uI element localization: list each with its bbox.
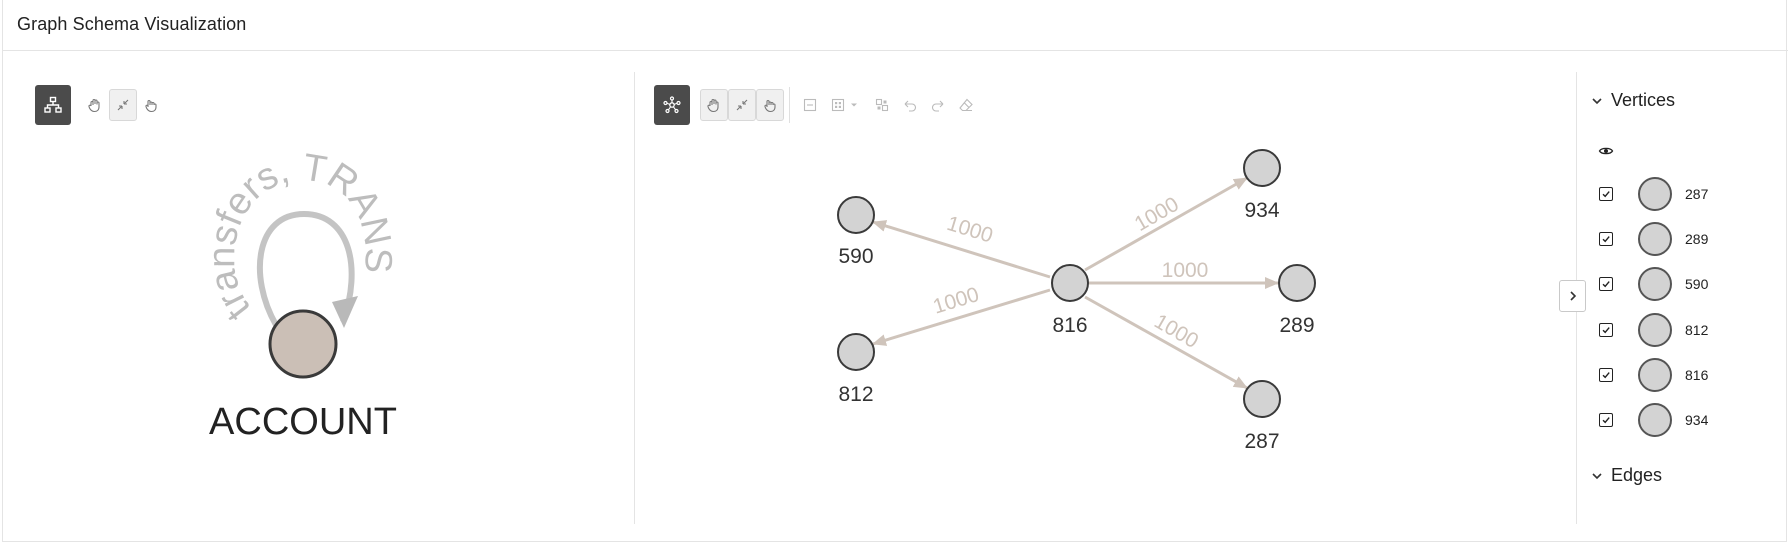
vertex-legend-item: 934	[1599, 401, 1779, 443]
check-icon	[1602, 191, 1610, 198]
edges-title: Edges	[1611, 465, 1663, 485]
vertex-label: 590	[1685, 276, 1709, 292]
vertex-visibility-checkbox[interactable]	[1599, 368, 1613, 382]
graph-node-label: 287	[1244, 430, 1279, 453]
vertex-swatch[interactable]	[1638, 267, 1672, 301]
vertex-visibility-checkbox[interactable]	[1599, 232, 1613, 246]
schema-self-loop-edge[interactable]: transfers, TRANS	[201, 146, 399, 328]
schema-node-account[interactable]	[268, 309, 338, 379]
graph-edge[interactable]	[1084, 295, 1248, 390]
legend-panel: Vertices 287 289 590 812 816 934 Edges	[1577, 72, 1785, 524]
edge-label: 1000	[944, 212, 995, 248]
graph-node-812[interactable]	[837, 333, 875, 371]
graph-edge[interactable]	[1084, 176, 1248, 272]
edges-section-header[interactable]: Edges	[1591, 465, 1662, 486]
graph-node-934[interactable]	[1243, 149, 1281, 187]
graph-node-816[interactable]	[1051, 264, 1089, 302]
vertex-legend-item: 289	[1599, 220, 1779, 262]
graph-node-590[interactable]	[837, 196, 875, 234]
graph-node-label: 590	[838, 245, 873, 268]
vertex-swatch[interactable]	[1638, 313, 1672, 347]
vertex-label: 812	[1685, 322, 1709, 338]
vertex-label: 289	[1685, 231, 1709, 247]
graph-node-label: 812	[838, 383, 873, 406]
check-icon	[1602, 417, 1610, 424]
vertex-legend-item: 287	[1599, 175, 1779, 217]
graph-node-label: 934	[1244, 199, 1279, 222]
check-icon	[1602, 372, 1610, 379]
graph-node-289[interactable]	[1278, 264, 1316, 302]
vertex-legend-item: 590	[1599, 265, 1779, 307]
graph-node-label: 816	[1052, 314, 1087, 337]
loop-arrowhead	[332, 296, 358, 328]
chevron-down-icon	[1592, 472, 1602, 479]
vertices-title: Vertices	[1611, 90, 1676, 110]
check-icon	[1602, 327, 1610, 334]
schema-node-label: ACCOUNT	[209, 401, 397, 443]
vertex-visibility-checkbox[interactable]	[1599, 323, 1613, 337]
vertex-label: 816	[1685, 367, 1709, 383]
edge-label: 1000	[1162, 259, 1209, 282]
edge-label: 1000	[1150, 310, 1202, 353]
vertex-swatch[interactable]	[1638, 222, 1672, 256]
vertex-visibility-checkbox[interactable]	[1599, 277, 1613, 291]
graph-canvas[interactable]: transfers, TRANS ACCOUNT 1000 1000 1000 …	[0, 0, 1789, 544]
vertices-section-header[interactable]: Vertices	[1591, 90, 1675, 111]
graph-node-label: 289	[1279, 314, 1314, 337]
vertex-label: 287	[1685, 186, 1709, 202]
vertex-legend-item: 812	[1599, 311, 1779, 353]
chevron-down-icon	[1592, 97, 1602, 104]
vertex-swatch[interactable]	[1638, 403, 1672, 437]
vertex-swatch[interactable]	[1638, 177, 1672, 211]
vertex-visibility-checkbox[interactable]	[1599, 187, 1613, 201]
check-icon	[1602, 281, 1610, 288]
vertex-label: 934	[1685, 412, 1709, 428]
check-icon	[1602, 236, 1610, 243]
eye-icon[interactable]	[1598, 144, 1614, 158]
vertex-visibility-checkbox[interactable]	[1599, 413, 1613, 427]
vertex-legend-item: 816	[1599, 356, 1779, 398]
graph-node-287[interactable]	[1243, 380, 1281, 418]
vertex-swatch[interactable]	[1638, 358, 1672, 392]
self-loop-label: transfers, TRANS	[201, 146, 399, 328]
